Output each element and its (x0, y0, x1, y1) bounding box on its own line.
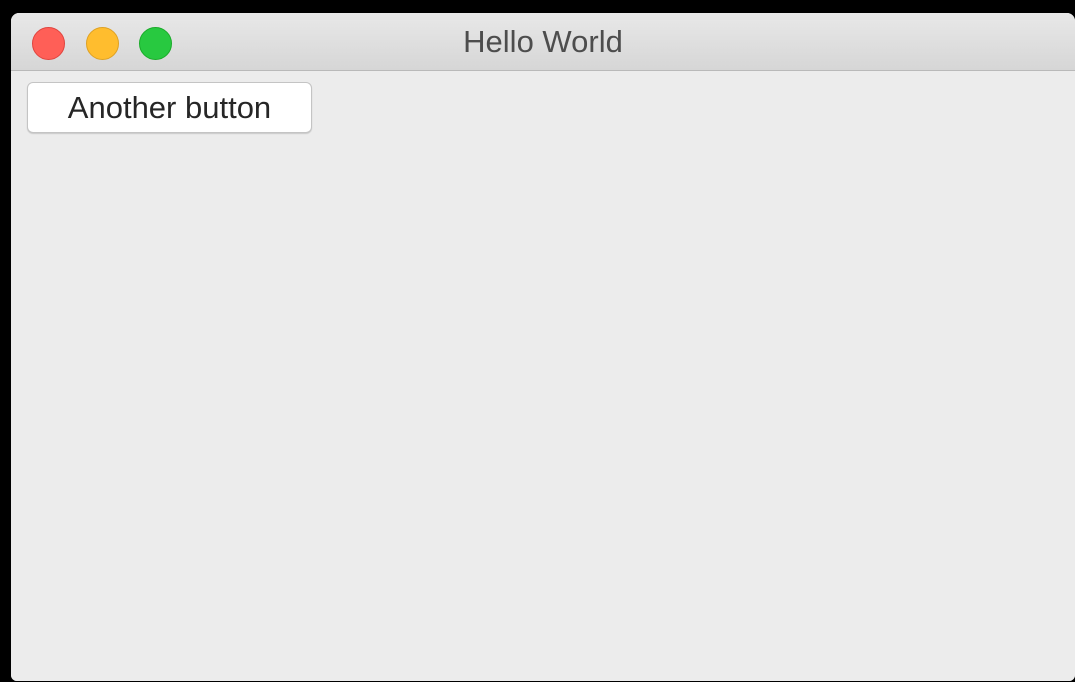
app-window: Hello World Another button (11, 13, 1075, 681)
title-bar[interactable]: Hello World (11, 13, 1075, 71)
window-title: Hello World (463, 24, 623, 59)
window-content: Another button (11, 71, 1075, 681)
another-button[interactable]: Another button (27, 82, 312, 133)
